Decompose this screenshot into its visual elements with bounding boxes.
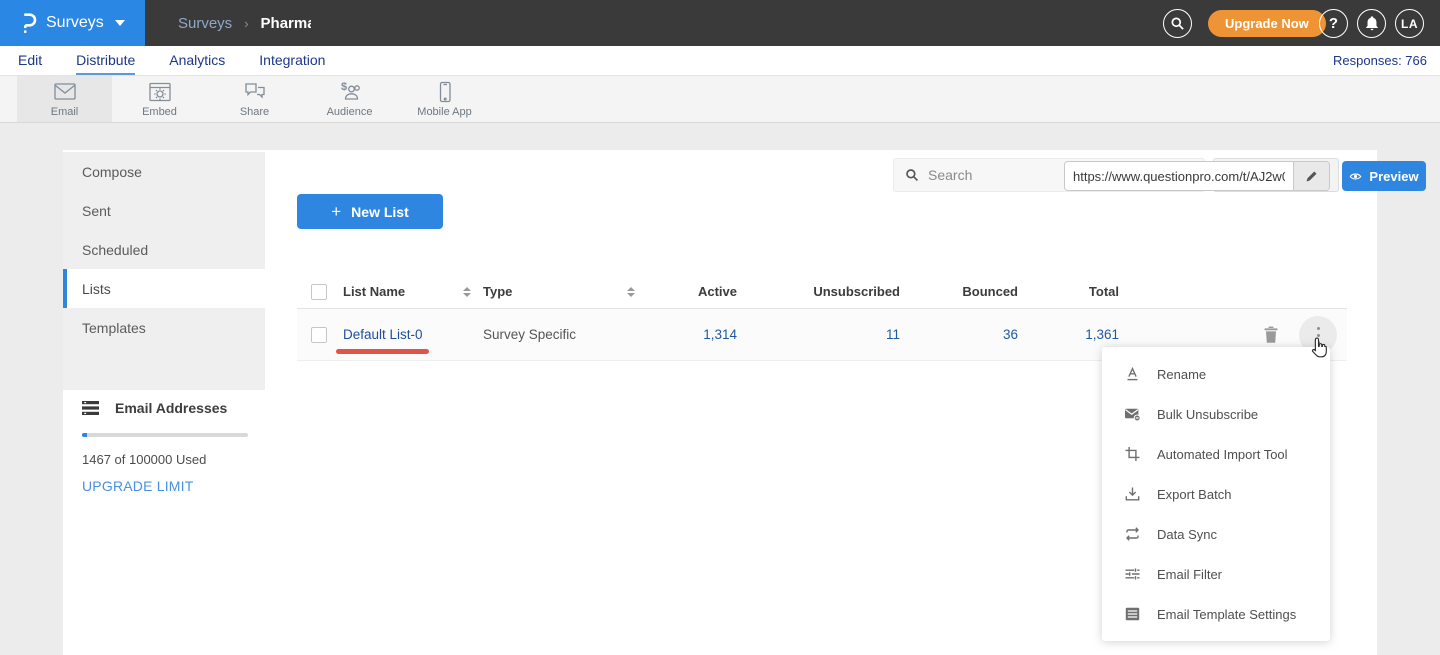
rename-icon <box>1124 366 1141 382</box>
help-button[interactable]: ? <box>1319 9 1348 38</box>
active-count-link[interactable]: 1,314 <box>661 327 773 342</box>
notifications-button[interactable] <box>1357 9 1386 38</box>
top-bar: Surveys Surveys › Pharma Upgrade Now ? L… <box>0 0 1440 46</box>
list-type: Survey Specific <box>483 327 661 342</box>
red-annotation-underline <box>336 349 429 354</box>
usage-text: 1467 of 100000 Used <box>82 452 258 467</box>
column-header-total: Total <box>1065 284 1183 299</box>
tab-integration[interactable]: Integration <box>259 46 325 75</box>
select-all-checkbox[interactable] <box>311 284 327 300</box>
audience-icon: $ <box>337 81 363 103</box>
menu-item-automated-import-tool[interactable]: Automated Import Tool <box>1102 434 1330 474</box>
breadcrumb: Surveys › Pharma <box>178 0 311 46</box>
chevron-down-icon <box>115 20 125 26</box>
sort-icon[interactable] <box>627 287 635 297</box>
breadcrumb-separator: › <box>244 16 248 31</box>
responses-count[interactable]: Responses: 766 <box>1333 46 1427 75</box>
survey-tab-bar: Edit Distribute Analytics Integration Re… <box>0 46 1440 76</box>
sidebar-item-sent[interactable]: Sent <box>63 191 265 230</box>
product-name: Surveys <box>46 14 104 32</box>
breadcrumb-surveys[interactable]: Surveys <box>178 15 232 32</box>
column-header-bounced: Bounced <box>945 284 1065 299</box>
tool-email[interactable]: Email <box>17 76 112 122</box>
pencil-icon <box>1305 169 1319 183</box>
tool-share[interactable]: Share <box>207 76 302 122</box>
bell-icon <box>1365 16 1379 31</box>
menu-item-export-batch[interactable]: Export Batch <box>1102 474 1330 514</box>
search-button[interactable] <box>1163 9 1192 38</box>
delete-list-button[interactable] <box>1263 325 1279 344</box>
kebab-icon <box>1317 327 1320 330</box>
menu-item-email-template-settings[interactable]: Email Template Settings <box>1102 594 1330 634</box>
email-addresses-panel: Email Addresses 1467 of 100000 Used UPGR… <box>82 400 258 494</box>
distribute-toolbar: Email Embed Share $ Audience <box>0 76 1440 123</box>
automated-import-icon <box>1124 446 1141 462</box>
upgrade-now-button[interactable]: Upgrade Now <box>1208 10 1326 37</box>
sidebar-item-templates[interactable]: Templates <box>63 308 265 347</box>
column-header-unsubscribed: Unsubscribed <box>773 284 945 299</box>
sidebar-item-compose[interactable]: Compose <box>63 152 265 191</box>
data-sync-icon <box>1124 526 1141 542</box>
sidebar-item-lists[interactable]: Lists <box>63 269 265 308</box>
search-icon <box>905 168 919 182</box>
new-list-button[interactable]: + New List <box>297 194 443 229</box>
tool-mobile-app[interactable]: Mobile App <box>397 76 492 122</box>
row-checkbox[interactable] <box>311 327 327 343</box>
tab-edit[interactable]: Edit <box>18 46 42 75</box>
address-list-icon <box>82 400 100 416</box>
list-actions-context-menu: Rename Bulk Unsubscribe Automated Import… <box>1102 347 1330 641</box>
preview-button[interactable]: Preview <box>1342 161 1426 191</box>
eye-icon <box>1349 171 1362 182</box>
unsubscribed-count-link[interactable]: 11 <box>773 327 945 342</box>
tab-analytics[interactable]: Analytics <box>169 46 225 75</box>
column-header-type[interactable]: Type <box>483 284 512 299</box>
menu-item-data-sync[interactable]: Data Sync <box>1102 514 1330 554</box>
table-header-row: List Name Type Active Unsubscribed Bounc… <box>297 275 1347 309</box>
email-icon <box>52 81 78 103</box>
column-header-list-name[interactable]: List Name <box>343 284 405 299</box>
column-header-active: Active <box>661 284 773 299</box>
usage-progress-bar <box>82 433 248 437</box>
survey-url-field <box>1064 161 1330 191</box>
menu-item-rename[interactable]: Rename <box>1102 354 1330 394</box>
tab-distribute[interactable]: Distribute <box>76 46 135 75</box>
list-name-link[interactable]: Default List-0 <box>343 327 423 342</box>
product-switcher[interactable]: Surveys <box>0 0 145 46</box>
tool-embed[interactable]: Embed <box>112 76 207 122</box>
usage-progress-fill <box>82 433 87 437</box>
question-mark-icon: ? <box>1329 15 1338 32</box>
questionpro-logo-icon <box>20 11 37 35</box>
breadcrumb-current-survey[interactable]: Pharma <box>261 15 311 32</box>
app-screen: Surveys Surveys › Pharma Upgrade Now ? L… <box>0 0 1440 655</box>
svg-text:$: $ <box>341 81 347 93</box>
email-addresses-title: Email Addresses <box>115 400 227 416</box>
sidebar-filler <box>63 347 265 390</box>
upgrade-limit-link[interactable]: UPGRADE LIMIT <box>82 478 258 494</box>
mobile-app-icon <box>432 81 458 103</box>
bulk-unsubscribe-icon <box>1124 406 1141 422</box>
sort-icon[interactable] <box>463 287 471 297</box>
edit-url-button[interactable] <box>1293 162 1329 190</box>
sidebar-item-scheduled[interactable]: Scheduled <box>63 230 265 269</box>
avatar-initials: LA <box>1401 17 1418 31</box>
email-filter-icon <box>1124 566 1141 582</box>
total-count-link[interactable]: 1,361 <box>1065 327 1183 342</box>
menu-item-email-filter[interactable]: Email Filter <box>1102 554 1330 594</box>
bounced-count-link[interactable]: 36 <box>945 327 1065 342</box>
plus-icon: + <box>331 202 341 222</box>
embed-icon <box>147 81 173 103</box>
menu-item-bulk-unsubscribe[interactable]: Bulk Unsubscribe <box>1102 394 1330 434</box>
trash-icon <box>1263 325 1279 344</box>
search-icon <box>1170 16 1185 31</box>
email-template-settings-icon <box>1124 606 1141 622</box>
export-batch-icon <box>1124 486 1141 502</box>
share-icon <box>242 81 268 103</box>
survey-url-input[interactable] <box>1065 162 1293 190</box>
tool-audience[interactable]: $ Audience <box>302 76 397 122</box>
avatar[interactable]: LA <box>1395 9 1424 38</box>
